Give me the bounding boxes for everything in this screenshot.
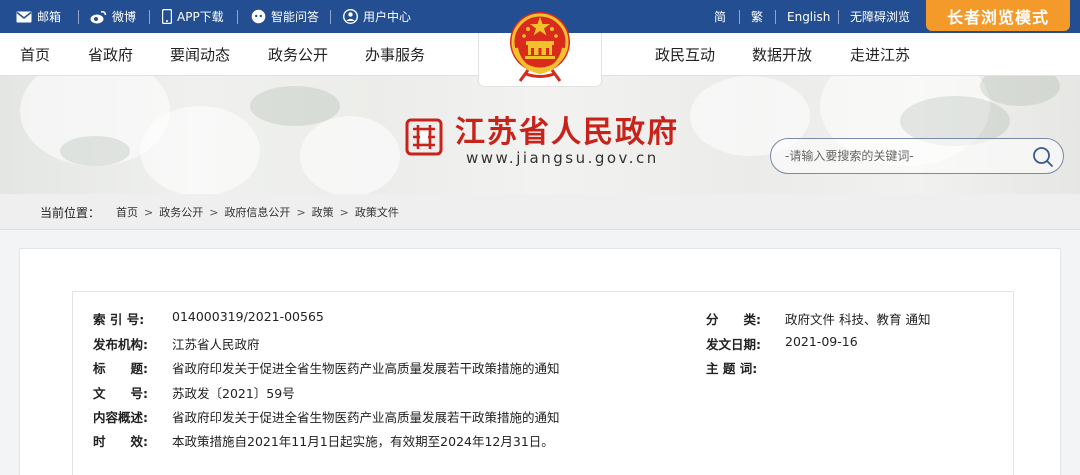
simplified-chinese-link[interactable]: 简: [714, 0, 726, 33]
subject-words-label: 主 题 词:: [706, 361, 758, 376]
summary-label: 内容概述:: [93, 410, 148, 425]
nav-home[interactable]: 首页: [20, 33, 50, 76]
nav-news[interactable]: 要闻动态: [170, 33, 230, 76]
divider: [78, 10, 79, 24]
english-link[interactable]: English: [787, 0, 830, 33]
nav-province-gov[interactable]: 省政府: [88, 33, 133, 76]
app-download-label: APP下载: [177, 10, 224, 24]
elder-mode-button[interactable]: 长者浏览模式: [926, 0, 1070, 31]
breadcrumb-separator-icon: >: [296, 205, 306, 219]
breadcrumb-label: 当前位置：: [40, 205, 101, 220]
divider: [330, 10, 331, 24]
chat-robot-icon: [251, 9, 266, 24]
site-title[interactable]: 江苏省人民政府: [455, 107, 679, 151]
title-value: 省政府印发关于促进全省生物医药产业高质量发展若干政策措施的通知: [172, 361, 560, 376]
validity-value: 本政策措施自2021年11月1日起实施，有效期至2024年12月31日。: [172, 434, 554, 449]
phone-icon: [162, 9, 172, 24]
mail-label: 邮箱: [37, 10, 62, 24]
issue-date-label: 发文日期:: [706, 337, 761, 352]
national-emblem-icon[interactable]: [506, 8, 574, 84]
index-value: 014000319/2021-00565: [172, 309, 324, 324]
smart-qa-label: 智能问答: [271, 10, 320, 24]
breadcrumb-home[interactable]: 首页: [116, 204, 138, 220]
content-panel: 索 引 号: 014000319/2021-00565 发布机构: 江苏省人民政…: [19, 248, 1061, 475]
divider: [838, 10, 839, 24]
user-center-link[interactable]: 用户中心: [343, 0, 411, 33]
mail-icon: [16, 11, 32, 23]
breadcrumb-gov-info[interactable]: 政府信息公开: [224, 204, 290, 220]
divider: [739, 10, 740, 24]
summary-value: 省政府印发关于促进全省生物医药产业高质量发展若干政策措施的通知: [172, 410, 560, 425]
traditional-chinese-link[interactable]: 繁: [751, 0, 763, 33]
divider: [237, 10, 238, 24]
breadcrumb: 当前位置： 首页 > 政务公开 > 政府信息公开 > 政策 > 政策文件: [0, 194, 1080, 230]
simplified-label: 简: [714, 10, 727, 24]
breadcrumb-separator-icon: >: [339, 205, 349, 219]
nav-open-data[interactable]: 数据开放: [752, 33, 812, 76]
publisher-value: 江苏省人民政府: [172, 337, 260, 352]
nav-services[interactable]: 办事服务: [365, 33, 425, 76]
english-label: English: [787, 9, 831, 24]
validity-label: 时 效:: [93, 434, 148, 449]
category-label: 分 类:: [706, 312, 761, 327]
accessibility-label: 无障碍浏览: [850, 10, 911, 24]
smart-qa-link[interactable]: 智能问答: [251, 0, 319, 33]
issue-date-value: 2021-09-16: [785, 334, 858, 349]
search-box: [770, 138, 1064, 174]
breadcrumb-policy[interactable]: 政策: [312, 204, 334, 220]
breadcrumb-separator-icon: >: [144, 205, 154, 219]
user-center-label: 用户中心: [363, 10, 412, 24]
divider: [775, 10, 776, 24]
nav-interaction[interactable]: 政民互动: [655, 33, 715, 76]
app-download-link[interactable]: APP下载: [162, 0, 224, 33]
weibo-label: 微博: [112, 10, 137, 24]
category-value: 政府文件 科技、教育 通知: [785, 312, 931, 327]
divider: [149, 10, 150, 24]
search-icon[interactable]: [1032, 146, 1054, 168]
nav-gov-affairs[interactable]: 政务公开: [268, 33, 328, 76]
document-number-value: 苏政发〔2021〕59号: [172, 386, 295, 401]
title-label: 标 题:: [93, 361, 148, 376]
breadcrumb-separator-icon: >: [209, 205, 219, 219]
user-icon: [343, 9, 358, 24]
breadcrumb-policy-docs[interactable]: 政策文件: [355, 204, 399, 220]
breadcrumb-gov-affairs[interactable]: 政务公开: [159, 204, 203, 220]
accessibility-link[interactable]: 无障碍浏览: [850, 0, 910, 33]
index-label: 索 引 号:: [93, 312, 145, 327]
nav-about[interactable]: 走进江苏: [850, 33, 910, 76]
publisher-label: 发布机构:: [93, 337, 148, 352]
weibo-icon: [90, 10, 107, 24]
document-number-label: 文 号:: [93, 386, 148, 401]
site-url: www.jiangsu.gov.cn: [466, 149, 659, 167]
traditional-label: 繁: [751, 10, 764, 24]
jiangsu-logo-icon: [405, 117, 443, 157]
mail-link[interactable]: 邮箱: [16, 0, 61, 33]
document-info-table: 索 引 号: 014000319/2021-00565 发布机构: 江苏省人民政…: [72, 291, 1014, 475]
weibo-link[interactable]: 微博: [90, 0, 136, 33]
header-banner: 江苏省人民政府 www.jiangsu.gov.cn: [0, 76, 1080, 194]
search-input[interactable]: [785, 139, 1025, 173]
